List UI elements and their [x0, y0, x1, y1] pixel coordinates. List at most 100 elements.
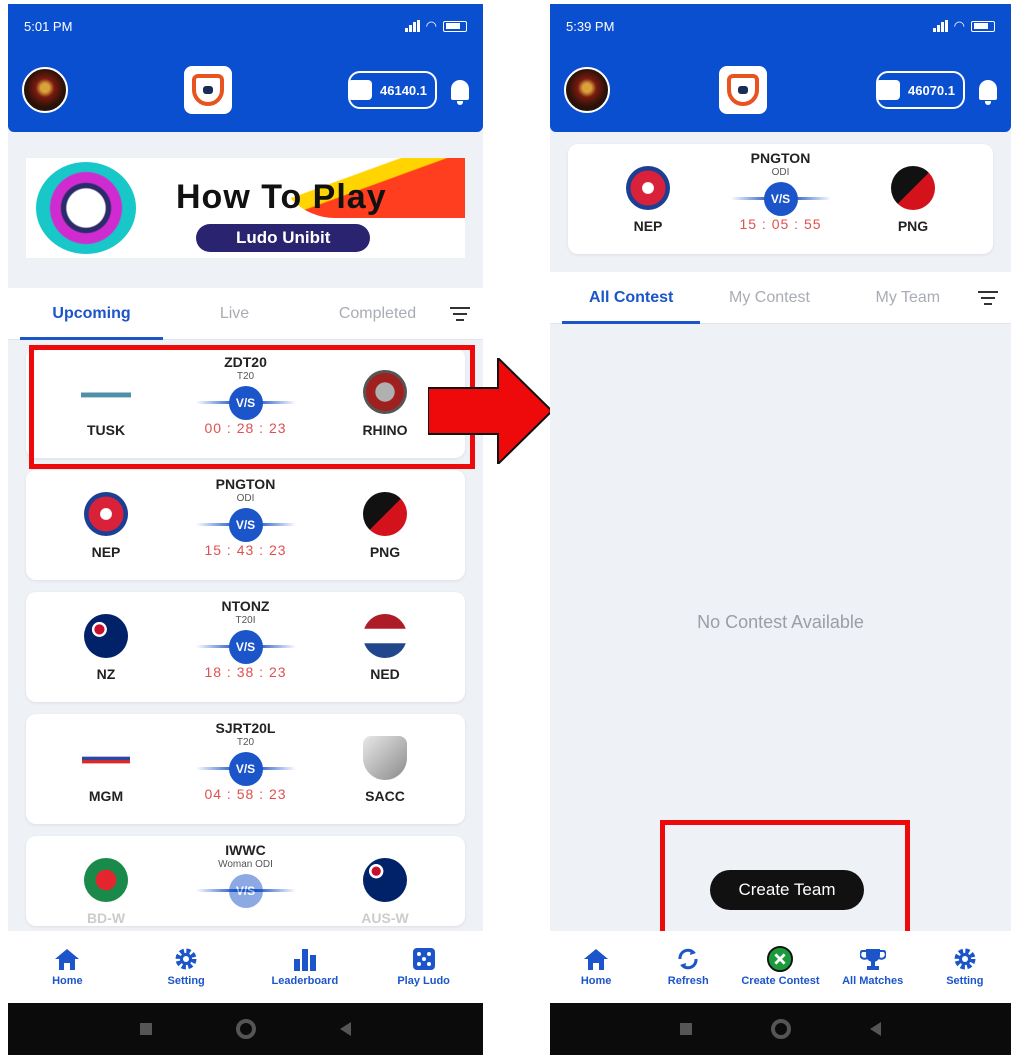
- app-logo: [184, 66, 232, 114]
- trophy-icon: [859, 947, 886, 971]
- bottom-nav: Home Setting Leaderboard Play Ludo: [8, 931, 483, 1003]
- team-logo: [891, 166, 935, 210]
- app-bar: 46140.1: [8, 48, 483, 132]
- bar-chart-icon: [292, 947, 318, 971]
- team1-name: NEP: [633, 218, 663, 234]
- nav-home[interactable]: Home: [551, 947, 641, 987]
- match-card[interactable]: MGM SJRT20L T20 V/S 04 : 58 : 23 SACC: [26, 714, 465, 824]
- team-logo: [363, 492, 407, 536]
- recents-icon[interactable]: [140, 1023, 152, 1035]
- how-to-play-banner[interactable]: How To Play Ludo Unibit: [26, 158, 465, 258]
- tab-my-team[interactable]: My Team: [839, 272, 977, 324]
- match-name: IWWC: [225, 842, 266, 858]
- match-timer: 15 : 43 : 23: [204, 542, 287, 558]
- vs-badge: V/S: [228, 630, 263, 664]
- signal-icon: [404, 20, 420, 32]
- wallet-icon: [876, 80, 900, 100]
- highlight-box: [660, 820, 910, 938]
- team-logo: [84, 492, 128, 536]
- nav-label: Setting: [946, 975, 984, 987]
- nav-label: Home: [580, 975, 612, 987]
- team1-name: NEP: [91, 544, 121, 560]
- refresh-icon: [675, 947, 701, 971]
- tab-live[interactable]: Live: [163, 288, 306, 340]
- match-name: SJRT20L: [215, 720, 276, 736]
- match-card: NEP PNGTON ODI V/S 15 : 05 : 55 PNG: [568, 144, 993, 254]
- team-logo: [626, 166, 670, 210]
- team2-name: PNG: [369, 544, 401, 560]
- home-icon: [583, 947, 609, 971]
- nav-label: Home: [52, 975, 83, 987]
- wallet-icon: [348, 80, 372, 100]
- team-logo: [363, 614, 407, 658]
- tab-all-contest[interactable]: All Contest: [562, 272, 701, 324]
- back-icon[interactable]: [340, 1022, 351, 1036]
- home-system-icon[interactable]: [236, 1019, 256, 1039]
- contest-tabs: All Contest My Contest My Team: [550, 272, 1011, 324]
- tab-my-contest[interactable]: My Contest: [700, 272, 838, 324]
- tab-upcoming[interactable]: Upcoming: [20, 288, 163, 340]
- back-icon[interactable]: [870, 1022, 882, 1036]
- vs-badge: V/S: [228, 508, 263, 542]
- status-icons: ◠: [932, 18, 995, 34]
- nav-setting[interactable]: Setting: [920, 947, 1010, 987]
- banner-title: How To Play: [176, 178, 387, 216]
- match-name: PNGTON: [750, 150, 811, 166]
- nav-home[interactable]: Home: [22, 947, 112, 987]
- nav-create-contest[interactable]: Create Contest: [735, 946, 825, 987]
- team1-name: BD-W: [86, 910, 126, 926]
- match-card[interactable]: BD-W IWWC Woman ODI V/S AUS-W: [26, 836, 465, 926]
- match-name: PNGTON: [215, 476, 276, 492]
- banner-subtitle: Ludo Unibit: [196, 224, 371, 252]
- recents-icon[interactable]: [679, 1023, 692, 1035]
- team-logo: [363, 858, 407, 902]
- match-type: Woman ODI: [218, 859, 273, 870]
- team-logo: [84, 858, 128, 902]
- system-nav-bar: [8, 1003, 483, 1055]
- nav-label: Setting: [167, 975, 205, 987]
- avatar[interactable]: [564, 67, 610, 113]
- filter-icon[interactable]: [449, 306, 471, 321]
- status-bar: 5:01 PM ◠: [8, 4, 483, 48]
- arrow-right-icon: [428, 358, 552, 464]
- system-nav-bar: [550, 1003, 1011, 1055]
- status-time: 5:39 PM: [566, 18, 615, 34]
- match-timer: 18 : 38 : 23: [204, 664, 287, 680]
- bottom-nav: Home Refresh Create Contest All Matches …: [550, 931, 1011, 1003]
- wallet-button[interactable]: 46070.1: [876, 71, 965, 109]
- filter-icon[interactable]: [977, 290, 999, 305]
- match-timer: 15 : 05 : 55: [739, 216, 822, 232]
- team1-name: MGM: [88, 788, 124, 804]
- match-tabs: Upcoming Live Completed: [8, 288, 483, 340]
- bell-icon[interactable]: [979, 80, 997, 105]
- tab-completed[interactable]: Completed: [306, 288, 449, 340]
- nav-refresh[interactable]: Refresh: [643, 947, 733, 987]
- create-contest-icon: [767, 946, 794, 972]
- match-card[interactable]: NEP PNGTON ODI V/S 15 : 43 : 23 PNG: [26, 470, 465, 580]
- team-logo: [363, 736, 407, 780]
- wallet-balance: 46070.1: [908, 82, 955, 98]
- avatar[interactable]: [22, 67, 68, 113]
- bell-icon[interactable]: [451, 80, 469, 105]
- vs-badge: V/S: [763, 182, 798, 216]
- home-system-icon[interactable]: [770, 1019, 791, 1039]
- nav-all-matches[interactable]: All Matches: [828, 947, 918, 987]
- vs-badge: V/S: [228, 874, 263, 908]
- status-icons: ◠: [404, 18, 467, 34]
- nav-setting[interactable]: Setting: [141, 947, 231, 987]
- match-type: ODI: [771, 167, 790, 178]
- nav-leaderboard[interactable]: Leaderboard: [260, 947, 350, 987]
- home-icon: [54, 947, 80, 971]
- app-bar: 46070.1: [550, 48, 1011, 132]
- nav-play-ludo[interactable]: Play Ludo: [379, 947, 469, 987]
- match-timer: 04 : 58 : 23: [204, 786, 287, 802]
- wifi-icon: ◠: [953, 18, 965, 33]
- wallet-button[interactable]: 46140.1: [348, 71, 437, 109]
- vs-badge: V/S: [228, 752, 263, 786]
- team2-name: AUS-W: [361, 910, 409, 926]
- wallet-balance: 46140.1: [380, 82, 427, 98]
- nav-label: Play Ludo: [397, 975, 450, 987]
- gear-icon: [952, 947, 978, 971]
- match-card[interactable]: NZ NTONZ T20I V/S 18 : 38 : 23 NED: [26, 592, 465, 702]
- match-type: ODI: [236, 493, 255, 504]
